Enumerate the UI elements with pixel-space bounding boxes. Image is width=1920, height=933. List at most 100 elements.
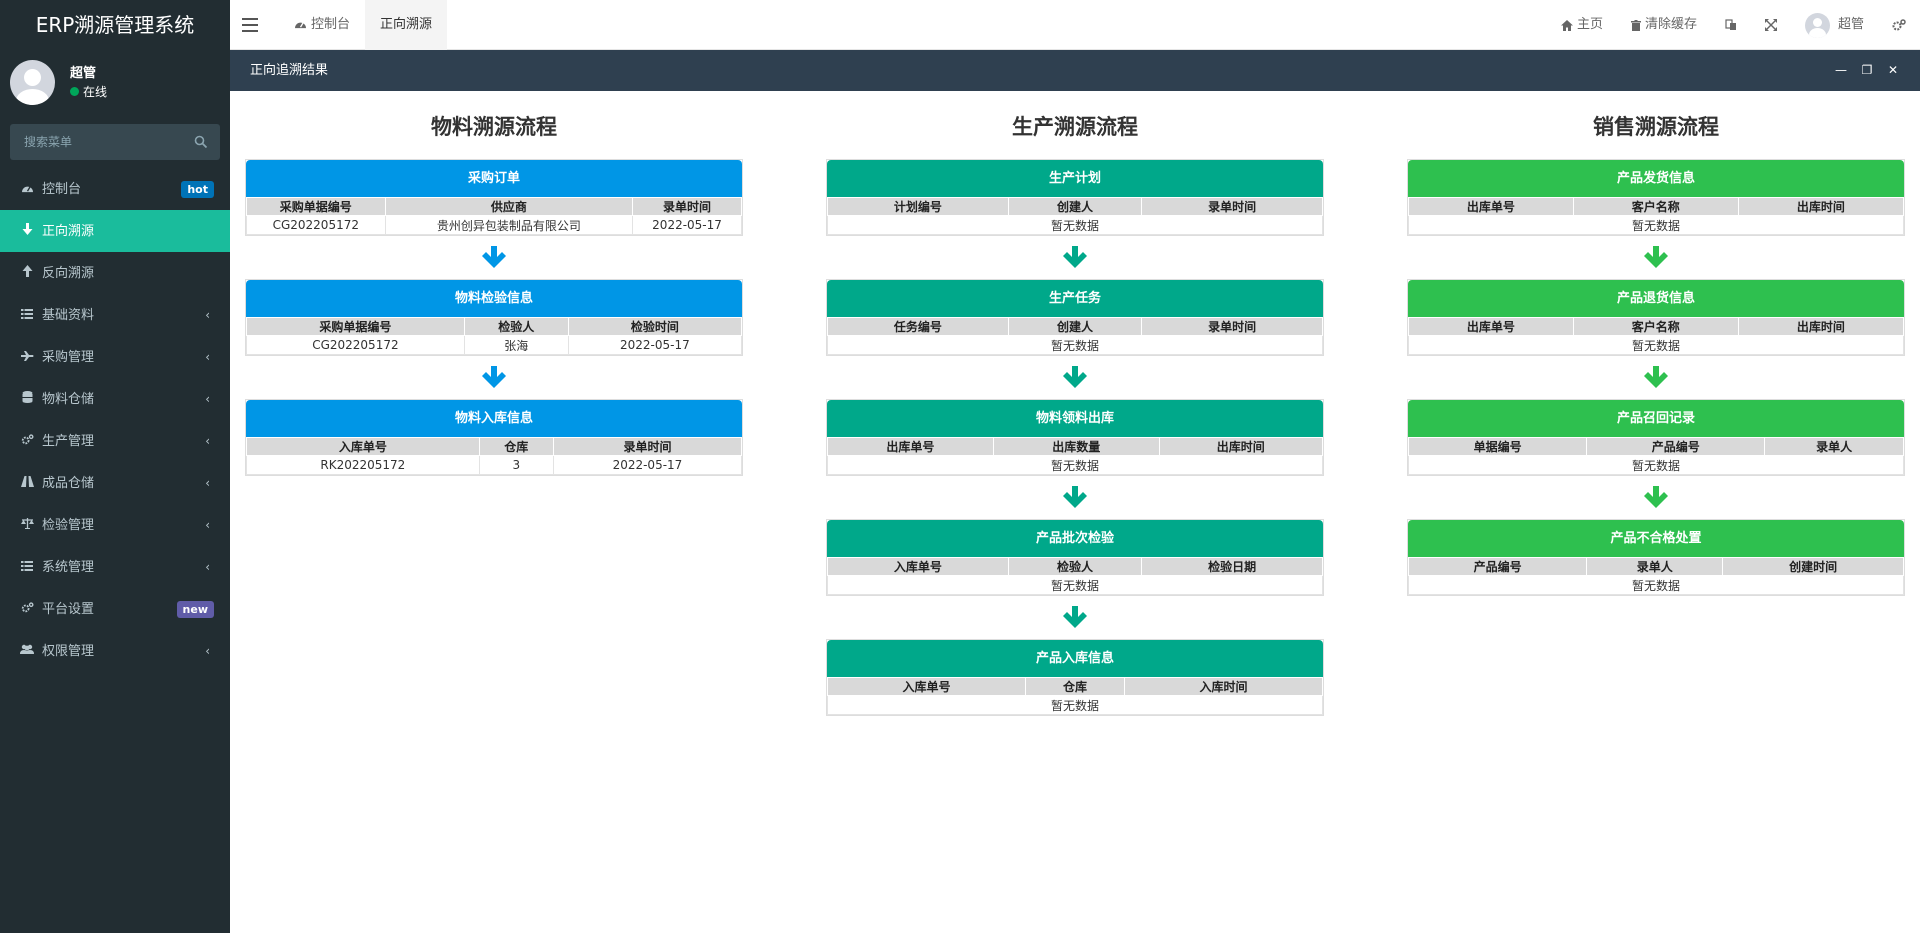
- users-icon: [20, 630, 34, 672]
- card-title: 产品入库信息: [827, 640, 1323, 677]
- column-header: 创建时间: [1722, 557, 1904, 576]
- empty-text: 暂无数据: [827, 575, 1323, 595]
- table-cell: CG202205172: [246, 335, 465, 355]
- sidebar-item-4[interactable]: 采购管理 ‹: [0, 336, 230, 378]
- settings-button[interactable]: [1878, 19, 1920, 31]
- trace-card: 生产任务 任务编号 创建人 录单时间 暂无数据: [826, 279, 1324, 356]
- trace-table: 出库单号 出库数量 出库时间 暂无数据: [827, 437, 1324, 475]
- table-row[interactable]: RK202205172 3 2022-05-17: [246, 455, 743, 475]
- sidebar-item-label: 基础资料: [42, 308, 95, 323]
- trace-table: 采购单据编号 供应商 录单时间 CG202205172 贵州创异包装制品有限公司 2022…: [246, 197, 742, 235]
- sidebar-item-6[interactable]: 生产管理 ‹: [0, 420, 230, 462]
- home-icon: [1560, 19, 1573, 31]
- trace-card: 生产计划 计划编号 创建人 录单时间 暂无数据: [826, 159, 1324, 236]
- sidebar-item-10[interactable]: 平台设置 new: [0, 588, 230, 630]
- trace-card: 物料检验信息 采购单据编号 检验人 检验时间 CG202205172 张海 2022-05-…: [245, 279, 743, 356]
- fullscreen-icon: [1764, 19, 1777, 31]
- flow-arrow-down-icon: [245, 236, 743, 279]
- empty-row: 暂无数据: [1408, 215, 1904, 235]
- trace-content: 物料溯源流程 采购订单 采购单据编号 供应商 录单时间 CG202205172 贵州创异包装…: [230, 91, 1920, 933]
- column-header: 创建人: [1007, 197, 1143, 216]
- cogs-icon: [1892, 19, 1906, 31]
- trace-column-green: 销售溯源流程 产品发货信息 出库单号 客户名称 出库时间 暂无数据 产品退货信息 出库单号 客户…: [1407, 91, 1905, 596]
- user-status-text: 在线: [83, 85, 108, 99]
- trace-table: 单据编号 产品编号 录单人 暂无数据: [1407, 437, 1904, 475]
- road-icon: [20, 462, 34, 504]
- user-menu[interactable]: 超管: [1791, 0, 1878, 50]
- sidebar-item-5[interactable]: 物料仓储 ‹: [0, 378, 230, 420]
- table-cell: 张海: [463, 335, 569, 355]
- sidebar-item-label: 成品仓储: [42, 476, 95, 491]
- trace-card: 产品批次检验 入库单号 检验人 检验日期 暂无数据: [826, 519, 1324, 596]
- trace-card: 产品不合格处置 产品编号 录单人 创建时间 暂无数据: [1407, 519, 1905, 596]
- column-header: 出库单号: [827, 437, 994, 456]
- flow-arrow-down-icon: [826, 356, 1324, 399]
- empty-row: 暂无数据: [827, 335, 1323, 355]
- menu-search-input[interactable]: [10, 124, 220, 160]
- panel-controls: — ❐ ✕: [1828, 50, 1906, 91]
- sidebar-item-8[interactable]: 检验管理 ‹: [0, 504, 230, 546]
- clear-cache-link[interactable]: 清除缓存: [1617, 0, 1711, 50]
- sidebar-item-label: 反向溯源: [42, 266, 95, 281]
- table-cell: CG202205172: [246, 215, 386, 235]
- panel-title: 正向追溯结果: [250, 63, 329, 78]
- trace-column-teal: 生产溯源流程 生产计划 计划编号 创建人 录单时间 暂无数据 生产任务 任务编号 创建人 录单时间…: [826, 91, 1324, 716]
- sidebar-item-0[interactable]: 控制台 hot: [0, 168, 230, 210]
- maximize-icon[interactable]: ❐: [1854, 50, 1880, 91]
- search-icon[interactable]: [194, 135, 208, 149]
- sidebar-toggle-icon[interactable]: [242, 14, 258, 34]
- sidebar-item-3[interactable]: 基础资料 ‹: [0, 294, 230, 336]
- column-header: 创建人: [1007, 317, 1143, 336]
- trace-card: 产品退货信息 出库单号 客户名称 出库时间 暂无数据: [1407, 279, 1905, 356]
- sidebar-item-2[interactable]: 反向溯源: [0, 252, 230, 294]
- table-cell: 2022-05-17: [567, 335, 743, 355]
- table-row[interactable]: CG202205172 贵州创异包装制品有限公司 2022-05-17: [246, 215, 742, 235]
- arrow-up-icon: [20, 252, 34, 294]
- empty-text: 暂无数据: [1408, 335, 1904, 355]
- column-header: 检验时间: [567, 317, 743, 336]
- sidebar-item-11[interactable]: 权限管理 ‹: [0, 630, 230, 672]
- sidebar-item-label: 生产管理: [42, 434, 95, 449]
- list-icon: [20, 546, 34, 588]
- column-header: 产品编号: [1586, 437, 1766, 456]
- home-link[interactable]: 主页: [1547, 0, 1617, 50]
- sidebar-item-9[interactable]: 系统管理 ‹: [0, 546, 230, 588]
- table-cell: 2022-05-17: [632, 215, 742, 235]
- flow-arrow-down-icon: [826, 596, 1324, 639]
- sidebar-item-1[interactable]: 正向溯源: [0, 210, 230, 252]
- column-header: 录单时间: [1141, 197, 1323, 216]
- column-header: 供应商: [384, 197, 634, 216]
- column-header: 检验日期: [1141, 557, 1323, 576]
- chevron-left-icon: ‹: [205, 308, 210, 322]
- user-panel: 超管 在线: [0, 50, 230, 116]
- card-title: 产品退货信息: [1408, 280, 1904, 317]
- empty-text: 暂无数据: [1408, 215, 1904, 235]
- trace-card: 产品入库信息 入库单号 仓库 入库时间 暂无数据: [826, 639, 1324, 716]
- column-header: 录单人: [1586, 557, 1724, 576]
- column-title: 销售溯源流程: [1593, 115, 1719, 139]
- online-dot-icon: [70, 87, 79, 96]
- trace-table: 任务编号 创建人 录单时间 暂无数据: [827, 317, 1323, 355]
- tab-dashboard[interactable]: 控制台: [279, 0, 365, 50]
- topbar-username: 超管: [1837, 17, 1864, 32]
- trace-table: 出库单号 客户名称 出库时间 暂无数据: [1408, 317, 1905, 355]
- user-avatar: [10, 60, 55, 105]
- trace-card: 采购订单 采购单据编号 供应商 录单时间 CG202205172 贵州创异包装制品有限公司…: [245, 159, 743, 236]
- column-header: 任务编号: [827, 317, 1009, 336]
- app-title[interactable]: ERP溯源管理系统: [0, 0, 230, 50]
- column-header: 计划编号: [827, 197, 1009, 216]
- sidebar-item-7[interactable]: 成品仓储 ‹: [0, 462, 230, 504]
- clear-cache-label: 清除缓存: [1644, 17, 1697, 32]
- translate-button[interactable]: [1711, 19, 1751, 31]
- fullscreen-button[interactable]: [1751, 19, 1791, 31]
- minimize-icon[interactable]: —: [1828, 50, 1854, 91]
- table-row[interactable]: CG202205172 张海 2022-05-17: [246, 335, 743, 355]
- close-icon[interactable]: ✕: [1880, 50, 1906, 91]
- empty-row: 暂无数据: [1408, 455, 1904, 475]
- chevron-left-icon: ‹: [205, 518, 210, 532]
- trace-card: 物料入库信息 入库单号 仓库 录单时间 RK202205172 3 2022-05-17: [245, 399, 743, 476]
- column-header: 采购单据编号: [246, 317, 465, 336]
- tab-forward-trace[interactable]: 正向溯源: [365, 0, 448, 50]
- card-title: 产品不合格处置: [1408, 520, 1904, 557]
- column-header: 仓库: [1025, 677, 1125, 696]
